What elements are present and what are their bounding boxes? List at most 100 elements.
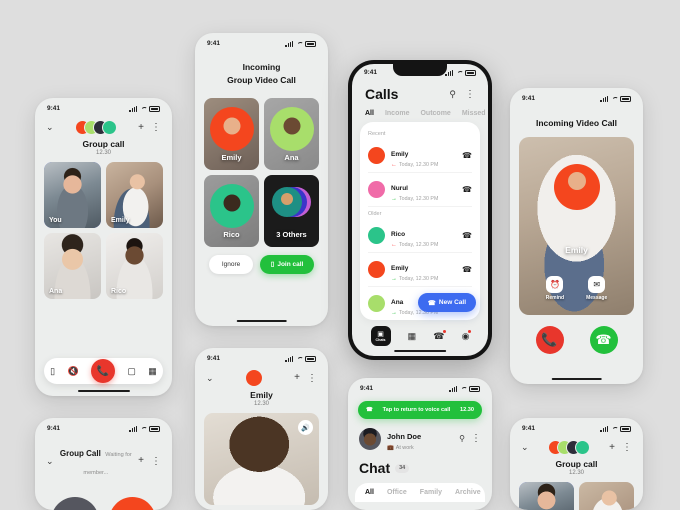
caller-tile[interactable]: Ana — [264, 97, 319, 170]
join-call-button[interactable]: ▯ Join call — [260, 254, 314, 274]
tile-name: Emily — [111, 217, 130, 224]
battery-icon — [149, 106, 160, 112]
video-camera-icon[interactable]: ▯ — [50, 366, 55, 377]
new-call-button[interactable]: ☎ New Call — [417, 293, 476, 312]
battery-icon — [305, 356, 316, 362]
phone-icon[interactable]: ☎ — [462, 265, 472, 274]
more-vertical-icon[interactable]: ⋮ — [465, 89, 475, 100]
avatar — [368, 147, 385, 164]
add-participant-button[interactable]: + — [138, 122, 144, 133]
status-bar: 9:41 — [35, 98, 172, 114]
phone-icon[interactable]: ☎ — [462, 151, 472, 160]
participant-avatar-stack[interactable] — [74, 120, 117, 135]
remind-button[interactable]: ⏰ Remind — [546, 275, 564, 301]
caller-tile[interactable]: Rico — [204, 174, 259, 247]
tab-all[interactable]: All — [365, 489, 374, 496]
avatar — [368, 227, 385, 244]
video-tile[interactable]: Ana — [44, 233, 101, 299]
accept-call-button[interactable]: ☎ — [589, 325, 618, 354]
outgoing-arrow-icon: → — [391, 276, 397, 282]
status-bar: 9:41 — [348, 378, 492, 394]
avatar — [245, 370, 262, 386]
tile-name: 3 Others — [276, 229, 307, 239]
video-tile[interactable] — [519, 482, 574, 510]
speaker-icon[interactable]: 🔊 — [298, 420, 313, 435]
call-row[interactable]: Nurul → Today, 12.30 PM ☎ — [368, 173, 472, 207]
section-label-recent: Recent — [368, 131, 386, 137]
caller-name: Emily — [565, 244, 588, 255]
wifi-icon — [611, 426, 618, 432]
status-time: 9:41 — [364, 69, 378, 76]
collapse-chevron-icon[interactable]: ⌄ — [521, 442, 529, 453]
answer-actions: 📞 ☎ — [510, 325, 643, 354]
home-indicator — [77, 389, 130, 392]
status-bar: 9:41 — [510, 418, 643, 434]
tab-outcome[interactable]: Outcome — [420, 110, 450, 117]
wifi-icon — [611, 96, 618, 102]
call-title: Emily — [250, 390, 273, 400]
message-button[interactable]: ✉ Message — [586, 275, 607, 301]
switch-camera-icon[interactable]: ▢ — [127, 366, 136, 377]
more-vertical-icon[interactable]: ⋮ — [151, 122, 161, 133]
call-row[interactable]: Emily → Today, 12.30 PM ☎ — [368, 253, 472, 287]
calls-icon[interactable]: ☎ — [433, 329, 447, 342]
caller-name: Nurul — [391, 185, 408, 192]
join-call-label: Join call — [277, 260, 304, 268]
new-call-label: New Call — [438, 299, 466, 306]
search-icon[interactable]: ⚲ — [459, 434, 465, 443]
participant-avatar-stack[interactable] — [547, 440, 590, 455]
profile-icon[interactable]: ◉ — [462, 329, 472, 342]
add-participant-button[interactable]: + — [294, 373, 300, 383]
add-participant-button[interactable]: + — [609, 442, 615, 453]
signal-icon — [129, 105, 137, 112]
decline-call-button[interactable]: 📞 — [535, 325, 564, 354]
avatar — [368, 181, 385, 198]
avatar[interactable] — [359, 427, 381, 450]
caller-tile-others[interactable]: 3 Others — [264, 174, 319, 247]
caller-video[interactable]: 🔊 — [204, 413, 319, 505]
tab-all[interactable]: All — [365, 110, 374, 117]
add-participant-button[interactable]: + — [138, 456, 144, 466]
video-tile[interactable]: Rico — [106, 233, 163, 299]
phone-icon[interactable]: ☎ — [462, 231, 472, 240]
more-vertical-icon[interactable]: ⋮ — [151, 456, 161, 467]
ignore-button[interactable]: Ignore — [209, 254, 254, 274]
more-vertical-icon[interactable]: ⋮ — [307, 373, 317, 384]
call-row[interactable]: Rico ← Today, 12.30 PM ☎ — [368, 219, 472, 253]
collapse-chevron-icon[interactable]: ⌄ — [46, 456, 54, 467]
call-title: Group call — [82, 139, 125, 149]
return-to-call-banner[interactable]: ☎ Tap to return to voice call 12.30 — [358, 401, 482, 419]
call-duration: 12.30 — [253, 401, 269, 407]
microphone-off-icon[interactable]: 🔇 — [67, 366, 78, 377]
caller-video[interactable]: Emily ⏰ Remind ✉ Message — [519, 136, 634, 315]
video-tile[interactable]: Emily — [106, 162, 163, 228]
grid-view-icon[interactable]: ▦ — [148, 366, 157, 377]
signal-icon — [449, 385, 457, 392]
status-bar: 9:41 — [35, 418, 172, 434]
caller-grid: Emily Ana Rico 3 Others — [195, 87, 328, 247]
tab-office[interactable]: Office — [387, 489, 407, 496]
tab-archive[interactable]: Archive — [455, 489, 481, 496]
video-tile[interactable]: You — [44, 162, 101, 228]
end-call-button[interactable]: 📞 — [91, 359, 116, 383]
call-row[interactable]: Emily ← Today, 12.30 PM ☎ — [368, 139, 472, 173]
grid-icon[interactable]: ▦ — [408, 331, 417, 342]
chat-tabs: All Office Family Archive — [355, 483, 485, 502]
phone-icon[interactable]: ☎ — [462, 185, 472, 194]
collapse-chevron-icon[interactable]: ⌄ — [46, 122, 54, 133]
collapse-chevron-icon[interactable]: ⌄ — [206, 373, 214, 384]
more-vertical-icon[interactable]: ⋮ — [622, 442, 632, 453]
battery-icon — [465, 70, 476, 76]
caller-tile[interactable]: Emily — [204, 97, 259, 170]
tab-missed[interactable]: Missed — [462, 110, 486, 117]
wifi-icon — [140, 106, 147, 112]
tab-family[interactable]: Family — [420, 489, 442, 496]
calls-tabs: All Income Outcome Missed — [352, 104, 488, 122]
more-vertical-icon[interactable]: ⋮ — [471, 433, 481, 444]
call-meta: Today, 12.30 PM — [399, 162, 439, 168]
nav-item-chats[interactable]: ▣ Chats — [370, 326, 391, 346]
video-tile[interactable] — [579, 482, 634, 510]
outgoing-arrow-icon: → — [391, 310, 397, 316]
tab-income[interactable]: Income — [385, 110, 410, 117]
search-icon[interactable]: ⚲ — [449, 89, 456, 99]
